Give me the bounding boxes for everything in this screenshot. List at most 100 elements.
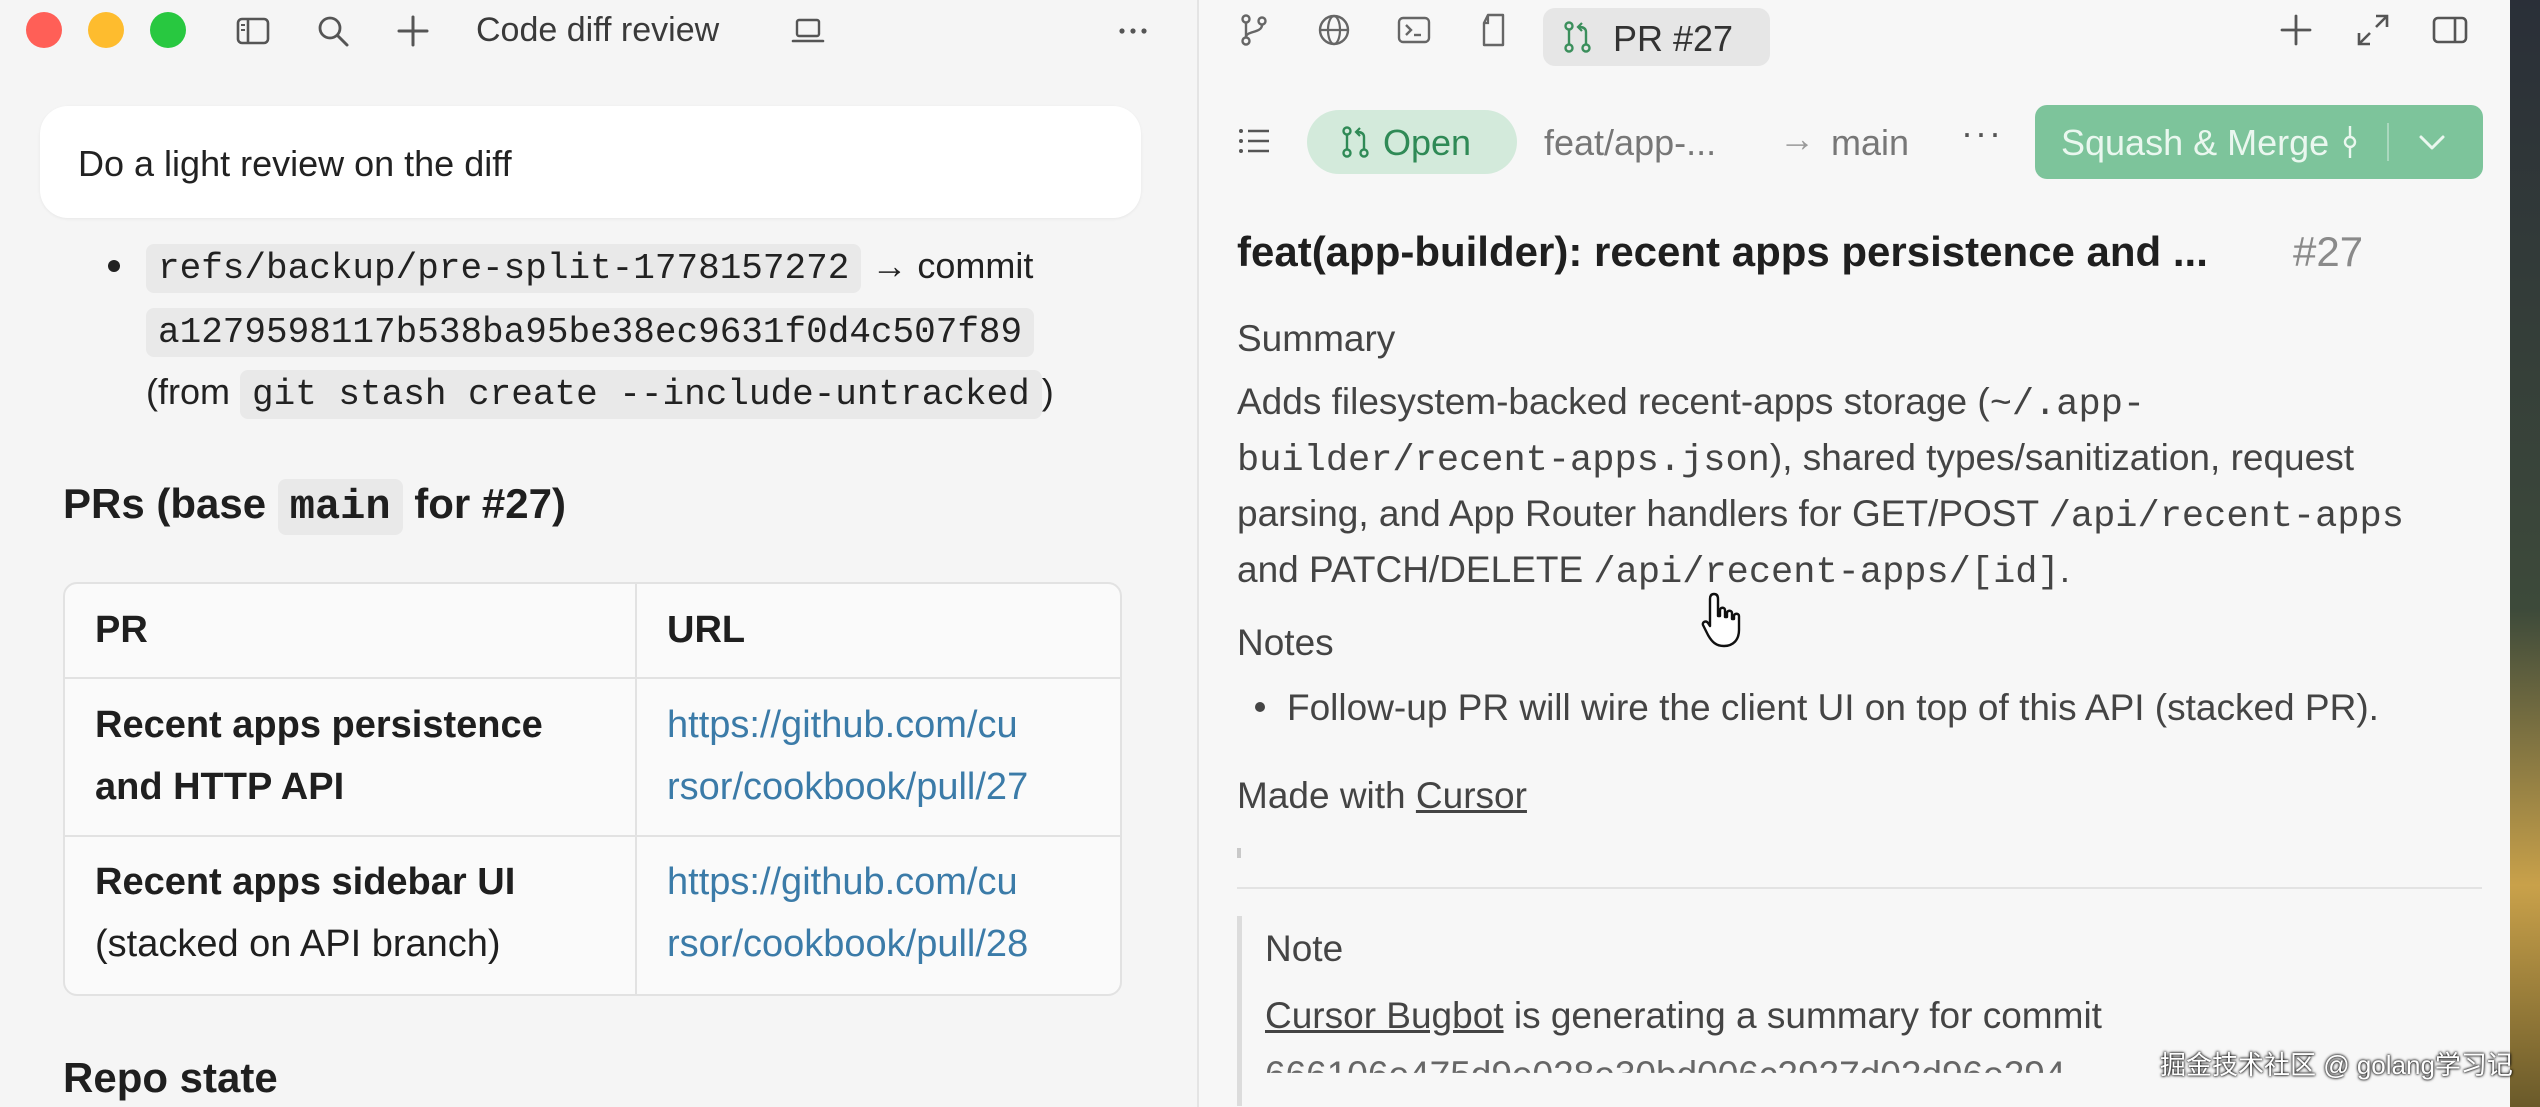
globe-icon[interactable] (1315, 11, 1353, 49)
squash-merge-label: Squash & Merge (2061, 122, 2330, 163)
chat-pane: Code diff review Do a light review on th… (0, 0, 1197, 1107)
pr-27-link[interactable]: https://github.com/cu (667, 694, 1018, 756)
table-column-divider (635, 584, 637, 994)
table-cell-pr-subtitle: (stacked on API branch) (95, 923, 501, 965)
section-divider (1237, 887, 2482, 889)
desktop-wallpaper (2510, 0, 2540, 1107)
prs-heading-branch-code: main (277, 479, 403, 535)
summary-line: parsing, and App Router handlers for GET… (1237, 486, 2404, 545)
app-window: Code diff review Do a light review on th… (0, 0, 2510, 1107)
stash-command-code: git stash create --include-untracked (240, 370, 1042, 419)
table-cell-pr-title: and HTTP API (95, 766, 345, 808)
cursor-link[interactable]: Cursor (1416, 775, 1527, 816)
table-header-pr: PR (95, 609, 148, 651)
summary-code: /api/recent-apps/[id] (1593, 552, 2060, 594)
close-window-button[interactable] (26, 12, 62, 48)
bullet-line-3: (from git stash create --include-untrack… (146, 368, 1054, 419)
chevron-down-icon[interactable] (2413, 123, 2451, 161)
prs-heading-suffix: for #27) (414, 480, 566, 527)
list-icon[interactable] (1235, 122, 1273, 160)
source-branch[interactable]: feat/app-... (1544, 122, 1716, 164)
note-text-line: Cursor Bugbot is generating a summary fo… (1265, 995, 2102, 1037)
pr-28-link[interactable]: https://github.com/cu (667, 851, 1018, 913)
summary-text: and PATCH/DELETE (1237, 549, 1594, 590)
pr-28-link[interactable]: rsor/cookbook/pull/28 (667, 913, 1028, 975)
made-with-line: Made with Cursor (1237, 768, 1527, 824)
left-toolbar: Code diff review (0, 0, 1197, 62)
summary-text: Adds filesystem-backed recent-apps stora… (1237, 381, 1990, 422)
search-icon[interactable] (315, 13, 351, 49)
divider-mark (1237, 848, 1241, 858)
notes-item: Follow-up PR will wire the client UI on … (1287, 687, 2379, 728)
pull-request-icon (1559, 18, 1597, 56)
made-with-text: Made with (1237, 775, 1406, 816)
chat-title: Code diff review (476, 11, 720, 49)
arrow-right-icon: → (1779, 118, 1815, 159)
pr-number: #27 (2293, 228, 2364, 275)
bullet-icon (108, 260, 120, 272)
tab-pr-27-label: PR #27 (1613, 18, 1734, 59)
terminal-icon[interactable] (1395, 11, 1433, 49)
laptop-icon[interactable] (790, 13, 826, 49)
table-cell-pr-title: Recent apps persistence (95, 704, 543, 746)
summary-code: /api/recent-apps (2048, 496, 2404, 538)
panel-toggle-icon[interactable] (2431, 11, 2469, 49)
table-row-divider (65, 835, 1120, 837)
merge-button-divider (2387, 123, 2389, 161)
bullet-line-1: refs/backup/pre-split-1778157272 → commi… (146, 242, 1033, 293)
notes-label: Notes (1237, 622, 1334, 663)
watermark-text: 掘金技术社区 @ golang学习记 (2160, 1050, 2513, 1080)
target-branch[interactable]: main (1831, 122, 1909, 164)
summary-text: . (2059, 549, 2070, 590)
table-row-divider (65, 677, 1120, 679)
backup-ref-code: refs/backup/pre-split-1778157272 (146, 244, 862, 293)
sidebar-toggle-icon[interactable] (235, 13, 271, 49)
pr-status-badge: Open (1307, 110, 1517, 174)
pr-status-label: Open (1383, 122, 1472, 163)
commit-hash-code: a1279598117b538ba95be38ec9631f0d4c507f89 (146, 308, 1035, 357)
bugbot-link[interactable]: Cursor Bugbot (1265, 995, 1504, 1036)
more-options-icon[interactable] (1115, 13, 1151, 49)
maximize-window-button[interactable] (150, 12, 186, 48)
tab-pr-27[interactable]: PR #27 (1543, 8, 1770, 66)
commit-arrow-text: → commit (871, 245, 1034, 286)
user-message-text: Do a light review on the diff (78, 143, 512, 184)
pull-request-icon (1337, 123, 1375, 161)
note-commit-hash: 666106e475d9e028e30bd006c2927d02d96e294 (1265, 1054, 2066, 1095)
summary-text: ), shared types/sanitization, request (1769, 437, 2354, 478)
summary-line: Adds filesystem-backed recent-apps stora… (1237, 374, 2145, 433)
table-header-url: URL (667, 609, 746, 651)
bullet-line-2: a1279598117b538ba95be38ec9631f0d4c507f89 (146, 306, 1035, 357)
expand-icon[interactable] (2354, 11, 2392, 49)
new-chat-icon[interactable] (395, 13, 431, 49)
summary-label: Summary (1237, 318, 1396, 359)
from-close-text: ) (1041, 371, 1054, 412)
pr-table: PR URL Recent apps persistence and HTTP … (63, 582, 1122, 996)
from-open-text: (from (146, 371, 230, 412)
add-tab-icon[interactable] (2277, 11, 2315, 49)
squash-merge-button[interactable]: Squash & Merge (2035, 105, 2483, 179)
note-text: is generating a summary for commit (1503, 995, 2102, 1036)
table-cell-pr-title: Recent apps sidebar UI (95, 861, 516, 903)
user-message-bubble: Do a light review on the diff (40, 106, 1141, 218)
pr-header-row: Open feat/app-... → main ··· Squash & Me… (1199, 100, 2510, 180)
summary-code: ~/.app- (1989, 384, 2146, 426)
pr-title: feat(app-builder): recent apps persisten… (1237, 228, 2208, 275)
hand-pointer-icon (1701, 592, 1741, 648)
note-quote-bar (1237, 916, 1242, 1106)
summary-line: and PATCH/DELETE /api/recent-apps/[id]. (1237, 542, 2070, 601)
pr-panel: PR #27 Open feat/app-... → main ··· Squa… (1197, 0, 2510, 1107)
branch-icon[interactable] (1235, 11, 1273, 49)
pr-more-options-button[interactable]: ··· (1961, 112, 2003, 154)
bullet-icon (1255, 702, 1265, 712)
pr-27-link[interactable]: rsor/cookbook/pull/27 (667, 756, 1028, 818)
summary-code: builder/recent-apps.json (1237, 440, 1770, 482)
commit-icon (2331, 123, 2369, 161)
summary-text: parsing, and App Router handlers for GET… (1237, 493, 2049, 534)
file-icon[interactable] (1475, 11, 1513, 49)
summary-line: builder/recent-apps.json), shared types/… (1237, 430, 2354, 489)
note-title: Note (1265, 928, 1344, 969)
prs-heading: PRs (base main for #27) (63, 479, 566, 535)
repo-state-heading: Repo state (63, 1054, 278, 1101)
minimize-window-button[interactable] (88, 12, 124, 48)
